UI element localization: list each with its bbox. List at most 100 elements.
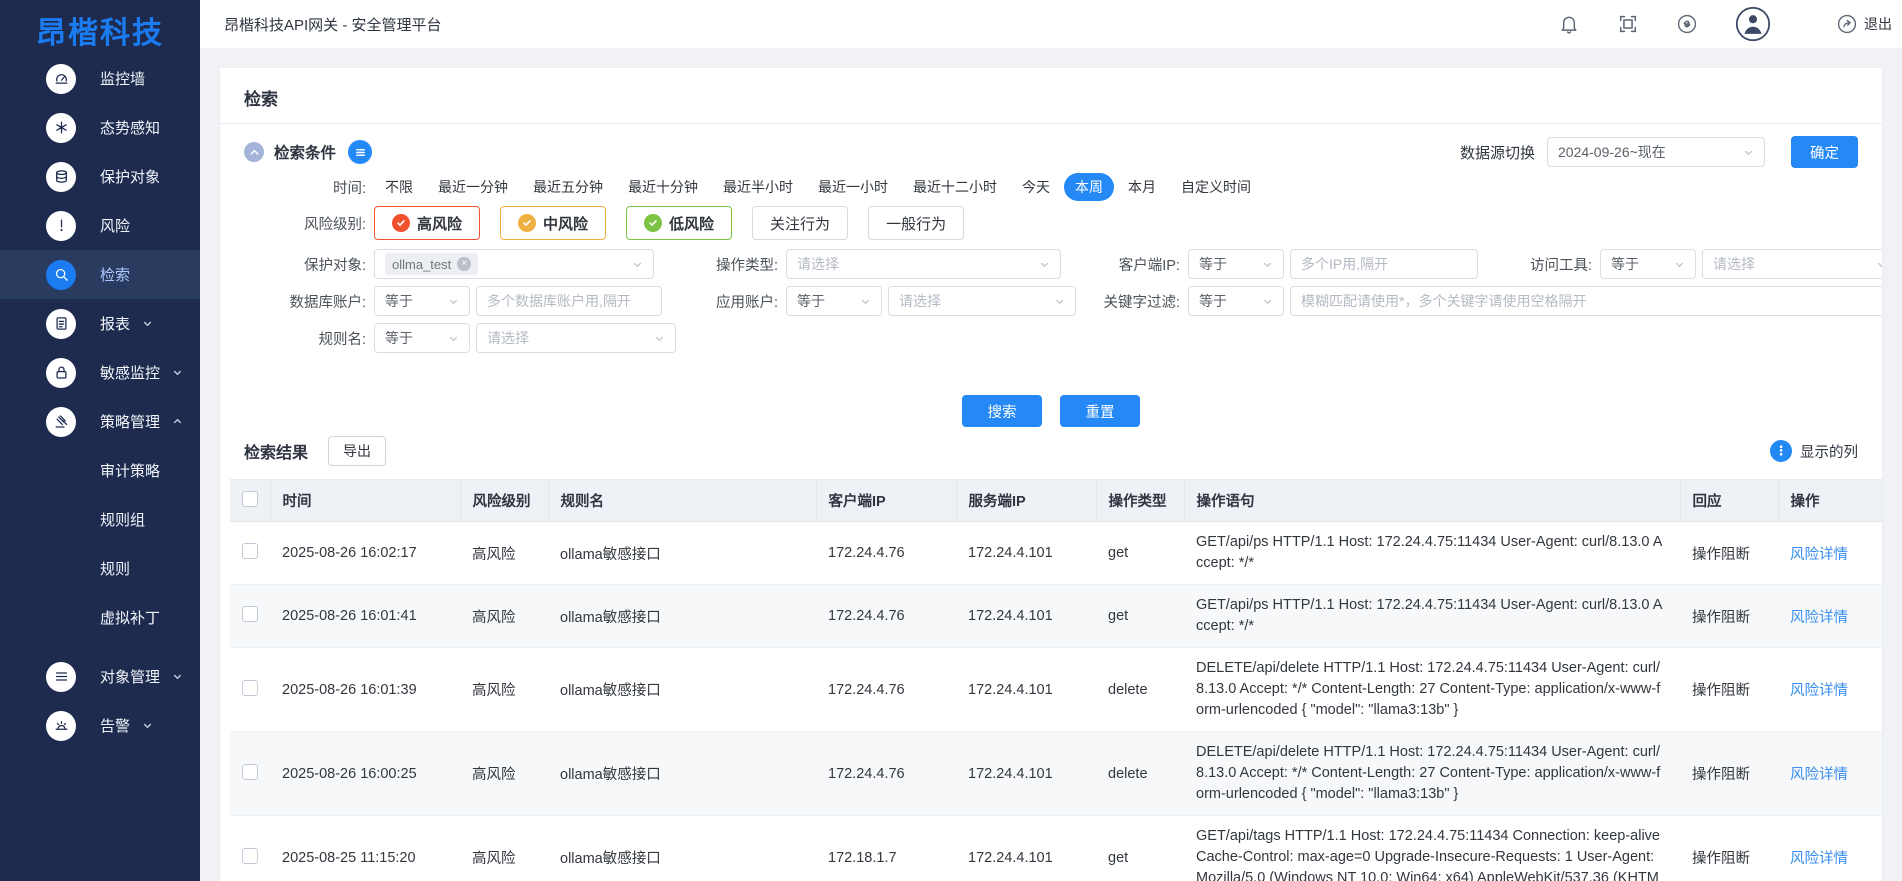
sidebar-item-protected-objects[interactable]: 保护对象 <box>0 152 200 201</box>
row-checkbox[interactable] <box>242 606 258 622</box>
search-card: 检索 检索条件 数据源切换 2024 <box>220 68 1882 881</box>
logout-button[interactable]: 退出 <box>1836 13 1892 35</box>
table-body: 2025-08-26 16:02:17高风险ollama敏感接口172.24.4… <box>230 522 1882 881</box>
protect-object-select[interactable]: ollma_test × <box>374 249 654 279</box>
sidebar-item-situation-awareness[interactable]: 态势感知 <box>0 103 200 152</box>
time-option[interactable]: 本月 <box>1117 173 1167 201</box>
collapse-icon[interactable] <box>244 142 264 162</box>
reset-button[interactable]: 重置 <box>1060 395 1140 427</box>
time-option[interactable]: 今天 <box>1011 173 1061 201</box>
export-button[interactable]: 导出 <box>328 436 386 466</box>
app-root: 昂楷科技 监控墙态势感知保护对象风险检索报表敏感监控策略管理审计策略规则组规则虚… <box>0 0 1902 881</box>
cell-client-ip: 172.24.4.76 <box>816 522 956 585</box>
app-title: 昂楷科技API网关 - 安全管理平台 <box>224 14 442 35</box>
row-checkbox[interactable] <box>242 848 258 864</box>
keyword-input[interactable] <box>1290 286 1882 316</box>
select-all-checkbox[interactable] <box>242 491 258 507</box>
cell-server-ip: 172.24.4.101 <box>956 522 1096 585</box>
column-header: 时间 <box>270 480 460 522</box>
risk-detail-link[interactable]: 风险详情 <box>1790 683 1848 699</box>
cell-response: 操作阻断 <box>1680 522 1778 585</box>
chevron-down-icon <box>142 720 153 731</box>
cell-server-ip: 172.24.4.101 <box>956 585 1096 648</box>
sidebar-item-object-management[interactable]: 对象管理 <box>0 652 200 701</box>
db-account-input[interactable] <box>476 286 662 316</box>
rule-name-select[interactable]: 请选择 <box>476 323 676 353</box>
operation-type-select[interactable]: 请选择 <box>786 249 1061 279</box>
cell-client-ip: 172.24.4.76 <box>816 648 956 732</box>
sidebar-item-label: 策略管理 <box>100 411 160 432</box>
cell-time: 2025-08-26 16:00:25 <box>270 732 460 816</box>
cell-response: 操作阻断 <box>1680 585 1778 648</box>
row-checkbox[interactable] <box>242 764 258 780</box>
database-icon <box>46 162 76 192</box>
time-option[interactable]: 不限 <box>374 173 424 201</box>
sidebar-item-rule-group[interactable]: 规则组 <box>0 495 200 544</box>
risk-option-button[interactable]: 关注行为 <box>752 206 848 240</box>
time-option[interactable]: 自定义时间 <box>1170 173 1262 201</box>
app-account-select[interactable]: 请选择 <box>888 286 1076 316</box>
table-row: 2025-08-26 16:01:39高风险ollama敏感接口172.24.4… <box>230 648 1882 732</box>
risk-option-button[interactable]: 高风险 <box>374 206 480 240</box>
access-tool-label: 访问工具: <box>1470 254 1600 275</box>
sidebar-item-policy-management[interactable]: 策略管理 <box>0 397 200 446</box>
access-tool-operator-select[interactable]: 等于 <box>1600 249 1696 279</box>
sidebar-item-sensitive-monitoring[interactable]: 敏感监控 <box>0 348 200 397</box>
sidebar-item-label: 敏感监控 <box>100 362 160 383</box>
tag-close-icon[interactable]: × <box>457 257 471 271</box>
confirm-button[interactable]: 确定 <box>1791 136 1858 168</box>
search-button[interactable]: 搜索 <box>962 395 1042 427</box>
sidebar-item-audit-policy[interactable]: 审计策略 <box>0 446 200 495</box>
risk-detail-link[interactable]: 风险详情 <box>1790 767 1848 783</box>
row-checkbox[interactable] <box>242 680 258 696</box>
sidebar-item-label: 风险 <box>100 215 130 236</box>
time-option[interactable]: 最近半小时 <box>712 173 804 201</box>
app-account-operator-select[interactable]: 等于 <box>786 286 882 316</box>
db-account-operator-select[interactable]: 等于 <box>374 286 470 316</box>
risk-option-button[interactable]: 一般行为 <box>868 206 964 240</box>
time-option[interactable]: 本周 <box>1064 173 1114 201</box>
chevron-down-icon <box>1039 259 1050 270</box>
datasource-group: 数据源切换 2024-09-26~现在 确定 <box>1460 136 1858 168</box>
time-option[interactable]: 最近五分钟 <box>522 173 614 201</box>
time-option[interactable]: 最近十二小时 <box>902 173 1008 201</box>
cell-time: 2025-08-26 16:01:41 <box>270 585 460 648</box>
risk-detail-link[interactable]: 风险详情 <box>1790 610 1848 626</box>
sidebar-item-reports[interactable]: 报表 <box>0 299 200 348</box>
keyword-operator-select[interactable]: 等于 <box>1188 286 1284 316</box>
time-option[interactable]: 最近一分钟 <box>427 173 519 201</box>
time-option[interactable]: 最近一小时 <box>807 173 899 201</box>
client-ip-input[interactable] <box>1290 249 1478 279</box>
cell-risk-level: 高风险 <box>460 816 548 881</box>
sidebar-item-search[interactable]: 检索 <box>0 250 200 299</box>
risk-option-label: 中风险 <box>543 213 588 234</box>
sidebar-item-risk[interactable]: 风险 <box>0 201 200 250</box>
sidebar-item-monitor-wall[interactable]: 监控墙 <box>0 54 200 103</box>
bell-icon[interactable] <box>1558 13 1580 35</box>
risk-option-label: 高风险 <box>417 213 462 234</box>
datasource-select[interactable]: 2024-09-26~现在 <box>1547 137 1765 167</box>
sidebar-item-alerts[interactable]: 告警 <box>0 701 200 750</box>
cell-server-ip: 172.24.4.101 <box>956 732 1096 816</box>
table-header-row: 时间风险级别规则名客户端IP服务端IP操作类型操作语句回应操作 <box>230 480 1882 522</box>
sidebar-item-rules[interactable]: 规则 <box>0 544 200 593</box>
row-checkbox[interactable] <box>242 543 258 559</box>
fullscreen-icon[interactable] <box>1617 13 1639 35</box>
risk-option-button[interactable]: 低风险 <box>626 206 732 240</box>
risk-detail-link[interactable]: 风险详情 <box>1790 547 1848 563</box>
time-option[interactable]: 最近十分钟 <box>617 173 709 201</box>
rule-name-operator-select[interactable]: 等于 <box>374 323 470 353</box>
access-tool-select[interactable]: 请选择 <box>1702 249 1882 279</box>
sidebar-item-label: 监控墙 <box>100 68 145 89</box>
avatar-icon[interactable] <box>1735 6 1771 42</box>
sidebar-item-virtual-patch[interactable]: 虚拟补丁 <box>0 593 200 642</box>
chevron-down-icon <box>172 367 183 378</box>
chevron-down-icon <box>1262 259 1273 270</box>
sidebar-item-label: 规则 <box>100 558 130 579</box>
link-icon[interactable] <box>1676 13 1698 35</box>
show-columns-button[interactable]: ⋮ 显示的列 <box>1770 440 1858 462</box>
risk-detail-link[interactable]: 风险详情 <box>1790 851 1848 867</box>
client-ip-operator-select[interactable]: 等于 <box>1188 249 1284 279</box>
filter-list-icon[interactable] <box>348 140 372 164</box>
risk-option-button[interactable]: 中风险 <box>500 206 606 240</box>
